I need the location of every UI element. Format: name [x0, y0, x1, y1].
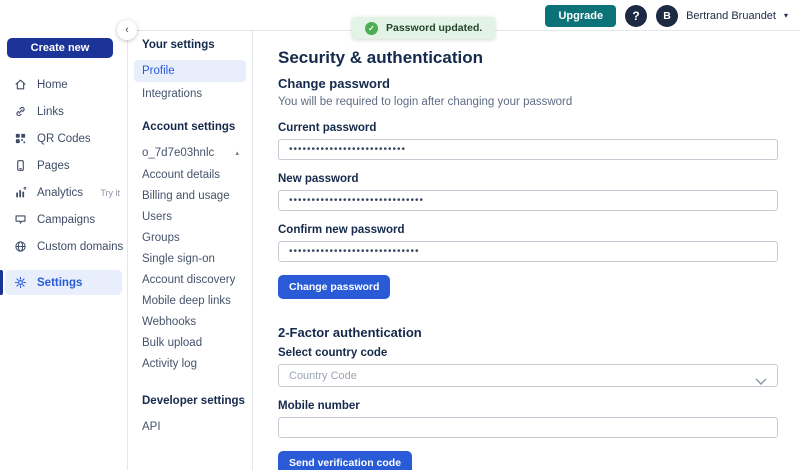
confirm-password-label: Confirm new password	[278, 224, 405, 236]
settings-nav-item-integrations[interactable]: Integrations	[128, 83, 252, 104]
sidebar-item-label: Pages	[37, 159, 70, 172]
sidebar-item-analytics[interactable]: Analytics Try it	[0, 179, 127, 206]
sidebar-item-label: Links	[37, 105, 64, 118]
user-name: Bertrand Bruandet	[686, 9, 776, 22]
sidebar-item-label: Settings	[37, 276, 83, 289]
settings-nav-item-groups[interactable]: Groups	[128, 227, 252, 248]
sidebar-item-links[interactable]: Links	[0, 98, 127, 125]
mobile-page-icon	[14, 159, 27, 172]
campaigns-icon	[14, 213, 27, 226]
app-root: Upgrade ? B Bertrand Bruandet ▾ ✓ Passwo…	[0, 0, 800, 470]
settings-nav-item-profile[interactable]: Profile	[134, 60, 246, 82]
settings-nav: Your settings Profile Integrations Accou…	[127, 30, 253, 470]
settings-nav-item-activity-log[interactable]: Activity log	[128, 353, 252, 374]
gear-icon	[14, 276, 27, 289]
settings-nav-item-mobile-deep-links[interactable]: Mobile deep links	[128, 290, 252, 311]
sidebar-item-label: Home	[37, 78, 68, 91]
qr-code-icon	[14, 132, 27, 145]
sidebar-item-label: Analytics	[37, 186, 84, 199]
toast-password-updated: ✓ Password updated.	[352, 17, 496, 39]
main-content: Security & authentication Change passwor…	[253, 30, 800, 470]
chevron-up-icon: ▴	[235, 149, 239, 157]
change-password-description: You will be required to login after chan…	[278, 96, 573, 108]
country-code-placeholder: Country Code	[289, 369, 357, 382]
sidebar-item-home[interactable]: Home	[0, 71, 127, 98]
send-verification-code-button[interactable]: Send verification code	[278, 451, 413, 470]
primary-sidebar: Create new Home Links QR Codes Pages Ana…	[0, 0, 127, 470]
change-password-heading: Change password	[278, 76, 390, 91]
globe-icon	[14, 240, 27, 253]
try-it-badge: Try it	[100, 187, 120, 198]
active-indicator	[0, 270, 3, 295]
settings-nav-item-bulk-upload[interactable]: Bulk upload	[128, 332, 252, 353]
page-title: Security & authentication	[278, 48, 483, 67]
sidebar-item-qr-codes[interactable]: QR Codes	[0, 125, 127, 152]
settings-nav-item-users[interactable]: Users	[128, 206, 252, 227]
help-icon[interactable]: ?	[625, 4, 648, 27]
confirm-password-group: Confirm new password	[278, 224, 780, 262]
mobile-number-field[interactable]	[278, 417, 778, 438]
mobile-number-label: Mobile number	[278, 400, 360, 412]
chevron-down-icon	[755, 373, 767, 391]
new-password-label: New password	[278, 173, 359, 185]
settings-nav-section-title: Account settings	[142, 121, 236, 133]
header-actions: Upgrade ? B Bertrand Bruandet ▾	[545, 4, 788, 27]
settings-nav-section-title: Developer settings	[142, 395, 245, 407]
sidebar-item-campaigns[interactable]: Campaigns	[0, 206, 127, 233]
user-menu[interactable]: B Bertrand Bruandet ▾	[656, 4, 788, 27]
confirm-password-field[interactable]	[278, 241, 778, 262]
sidebar-item-pages[interactable]: Pages	[0, 152, 127, 179]
settings-nav-item-account-details[interactable]: Account details	[128, 164, 252, 185]
new-password-group: New password	[278, 173, 780, 211]
link-icon	[14, 105, 27, 118]
account-selector[interactable]: o_7d7e03hnlc ▴	[128, 142, 252, 163]
two-factor-section: 2-Factor authentication Select country c…	[278, 325, 780, 470]
upgrade-button[interactable]: Upgrade	[545, 4, 617, 27]
current-password-label: Current password	[278, 122, 377, 134]
settings-nav-section-title: Your settings	[142, 39, 215, 51]
create-new-button[interactable]: Create new	[7, 38, 113, 58]
sidebar-item-settings[interactable]: Settings	[0, 270, 122, 295]
primary-nav: Home Links QR Codes Pages Analytics Try …	[0, 71, 127, 295]
two-factor-heading: 2-Factor authentication	[278, 325, 422, 340]
toast-message: Password updated.	[386, 22, 483, 34]
home-icon	[14, 78, 27, 91]
change-password-section: Change password You will be required to …	[278, 76, 780, 299]
sidebar-item-label: Custom domains	[37, 240, 124, 253]
settings-nav-item-api[interactable]: API	[128, 416, 252, 437]
sidebar-item-label: Campaigns	[37, 213, 96, 226]
settings-nav-item-billing-and-usage[interactable]: Billing and usage	[128, 185, 252, 206]
country-code-group: Select country code Country Code	[278, 347, 780, 387]
sidebar-item-custom-domains[interactable]: Custom domains	[0, 233, 127, 260]
avatar: B	[656, 4, 679, 27]
account-selector-value: o_7d7e03hnlc	[142, 146, 215, 159]
settings-nav-item-webhooks[interactable]: Webhooks	[128, 311, 252, 332]
new-password-field[interactable]	[278, 190, 778, 211]
change-password-button[interactable]: Change password	[278, 275, 391, 299]
mobile-number-group: Mobile number	[278, 400, 780, 438]
current-password-group: Current password	[278, 122, 780, 160]
settings-nav-item-single-sign-on[interactable]: Single sign-on	[128, 248, 252, 269]
settings-nav-item-account-discovery[interactable]: Account discovery	[128, 269, 252, 290]
country-code-select[interactable]: Country Code	[278, 364, 778, 387]
sidebar-item-label: QR Codes	[37, 132, 91, 145]
current-password-field[interactable]	[278, 139, 778, 160]
chevron-down-icon: ▾	[783, 11, 788, 20]
success-check-icon: ✓	[365, 21, 378, 35]
analytics-bars-icon	[14, 186, 27, 199]
country-code-label: Select country code	[278, 347, 388, 359]
collapse-sidebar-button[interactable]: ‹	[117, 20, 137, 40]
